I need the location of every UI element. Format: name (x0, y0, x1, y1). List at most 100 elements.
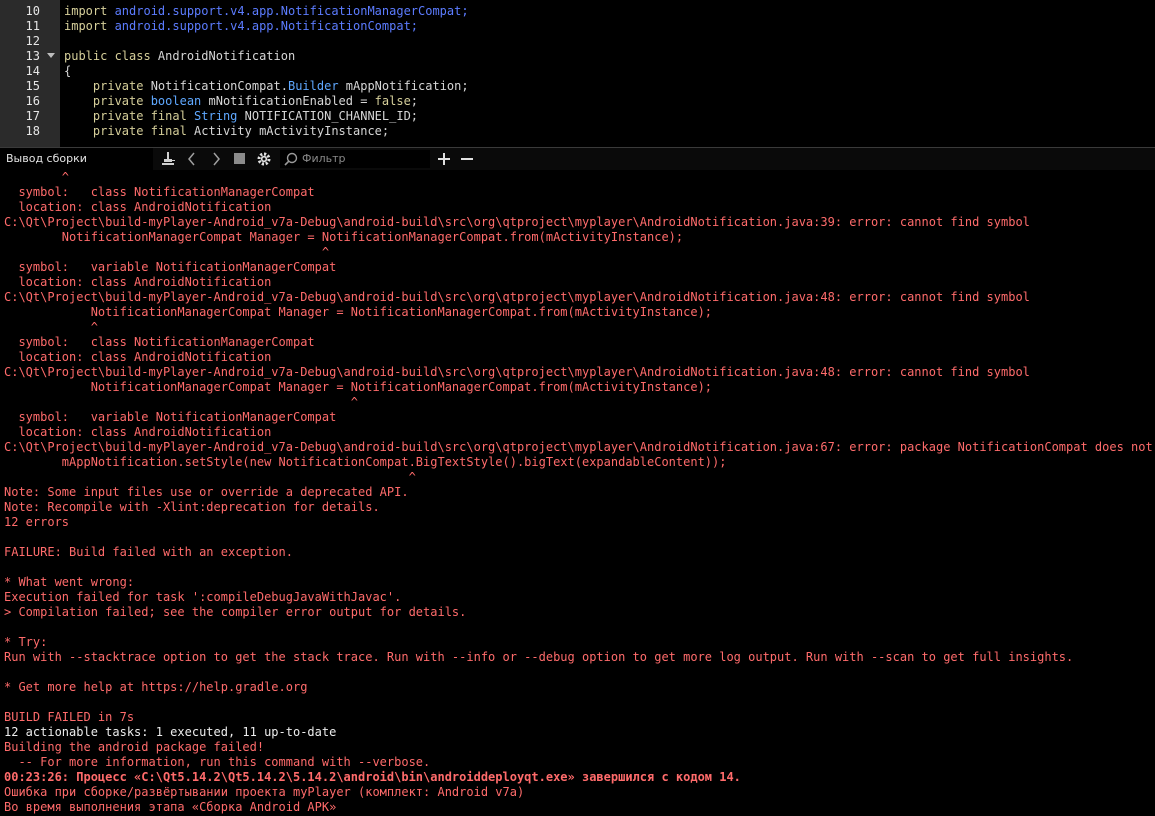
output-line: * What went wrong: (4, 575, 135, 589)
output-line: 00:23:26: Процесс «C:\Qt5.14.2\Qt5.14.2\… (4, 770, 741, 784)
back-icon[interactable] (182, 148, 202, 170)
output-line: location: class AndroidNotification (4, 425, 272, 439)
code-line: 12 (0, 34, 1155, 49)
output-line: 12 errors (4, 515, 70, 529)
output-line: ^ (4, 245, 330, 259)
code-token: false (374, 94, 411, 108)
line-number: 11 (25, 19, 40, 33)
line-number: 17 (25, 109, 40, 123)
output-line: NotificationManagerCompat Manager = Noti… (4, 230, 684, 244)
code-token: private (64, 94, 151, 108)
output-line: location: class AndroidNotification (4, 275, 272, 289)
code-token: public class (64, 49, 158, 63)
code-line: 11 import android.support.v4.app.Notifica… (0, 19, 1155, 34)
forward-icon[interactable] (206, 148, 226, 170)
line-number: 18 (25, 124, 40, 138)
output-line: ^ (4, 320, 98, 334)
code-token: boolean (150, 94, 202, 108)
clear-icon[interactable] (158, 148, 180, 170)
code-token: { (64, 64, 72, 78)
output-line: location: class AndroidNotification (4, 350, 272, 364)
output-line: NotificationManagerCompat Manager = Noti… (4, 305, 713, 319)
output-line: C:\Qt\Project\build-myPlayer-Android_v7a… (4, 290, 1030, 304)
code-token: AndroidNotification (157, 49, 296, 63)
line-number: 14 (25, 64, 40, 78)
code-text: public class AndroidNotification (64, 49, 295, 64)
line-number: 12 (25, 34, 40, 48)
output-line: * Get more help at https://help.gradle.o… (4, 680, 308, 694)
output-line: 12 actionable tasks: 1 executed, 11 up-t… (4, 725, 337, 739)
output-line: C:\Qt\Project\build-myPlayer-Android_v7a… (4, 365, 1030, 379)
code-text: private boolean mNotificationEnabled = f… (64, 94, 418, 109)
line-number: 16 (25, 94, 40, 108)
output-line: Во время выполнения этапа «Сборка Androi… (4, 800, 337, 814)
code-token: NOTIFICATION_CHANNEL_ID; (237, 109, 419, 123)
output-line: Note: Some input files use or override a… (4, 485, 409, 499)
code-token: android.support.v4.app.NotificationManag… (114, 4, 469, 18)
code-line: 10 import android.support.v4.app.Notifica… (0, 4, 1155, 19)
zoom-in-icon[interactable] (434, 148, 454, 170)
code-token: import (64, 4, 115, 18)
code-text: { (64, 64, 71, 79)
code-token: String (194, 109, 238, 123)
output-line: BUILD FAILED in 7s (4, 710, 135, 724)
output-line: mAppNotification.setStyle(new Notificati… (4, 455, 727, 469)
stop-icon[interactable] (230, 148, 250, 170)
code-token: Builder (287, 79, 339, 93)
code-text: import android.support.v4.app.Notificati… (64, 4, 469, 19)
output-line: Run with --stacktrace option to get the … (4, 650, 1074, 664)
code-token: mNotificationEnabled = (201, 94, 375, 108)
code-line: 16 private boolean mNotificationEnabled … (0, 94, 1155, 109)
code-token: mAppNotification; (338, 79, 469, 93)
code-token: NotificationCompat. (150, 79, 288, 93)
code-editor[interactable]: 10 import android.support.v4.app.Notifica… (0, 0, 1155, 147)
code-token: private (64, 79, 151, 93)
line-number: 15 (25, 79, 40, 93)
code-token: Activity mActivityInstance; (194, 124, 390, 138)
output-line: symbol: class NotificationManagerCompat (4, 185, 315, 199)
output-toolbar: Вывод сборки Фильтр (0, 147, 1155, 170)
filter-input[interactable]: Фильтр (280, 150, 430, 168)
zoom-out-icon[interactable] (457, 148, 477, 170)
output-line: > Compilation failed; see the compiler e… (4, 605, 467, 619)
output-line: C:\Qt\Project\build-myPlayer-Android_v7a… (4, 440, 1155, 454)
output-line: ^ (4, 395, 359, 409)
output-line: FAILURE: Build failed with an exception. (4, 545, 293, 559)
code-line: 18 private final Activity mActivityInsta… (0, 124, 1155, 139)
output-line: symbol: variable NotificationManagerComp… (4, 410, 337, 424)
output-line: location: class AndroidNotification (4, 200, 272, 214)
settings-icon[interactable] (254, 148, 274, 170)
code-token: import (64, 19, 115, 33)
qt-creator-window: 10 import android.support.v4.app.Notifica… (0, 0, 1155, 816)
build-output[interactable]: ^ symbol: class NotificationManagerCompa… (0, 170, 1155, 816)
code-token: ; (410, 94, 419, 108)
output-line: ^ (4, 470, 416, 484)
output-line: symbol: variable NotificationManagerComp… (4, 260, 337, 274)
code-text: private final Activity mActivityInstance… (64, 124, 389, 139)
output-line: ^ (4, 170, 70, 184)
output-line: Building the android package failed! (4, 740, 265, 754)
output-line: Ошибка при сборке/развёртывании проекта … (4, 785, 525, 799)
code-text: import android.support.v4.app.Notificati… (64, 19, 418, 34)
code-line: 13 public class AndroidNotification (0, 49, 1155, 64)
code-line: 15 private NotificationCompat.Builder mA… (0, 79, 1155, 94)
fold-arrow-icon[interactable] (47, 53, 55, 58)
code-token: private final (64, 109, 195, 123)
filter-placeholder: Фильтр (302, 152, 346, 165)
output-line: NotificationManagerCompat Manager = Noti… (4, 380, 713, 394)
code-token: android.support.v4.app.NotificationCompa… (114, 19, 419, 33)
search-icon (284, 152, 298, 166)
output-line: Execution failed for task ':compileDebug… (4, 590, 402, 604)
output-line: * Try: (4, 635, 48, 649)
output-line: symbol: class NotificationManagerCompat (4, 335, 315, 349)
output-line: Note: Recompile with -Xlint:deprecation … (4, 500, 380, 514)
code-text: private NotificationCompat.Builder mAppN… (64, 79, 469, 94)
code-text: private final String NOTIFICATION_CHANNE… (64, 109, 418, 124)
line-number: 13 (25, 49, 40, 63)
output-line: -- For more information, run this comman… (4, 755, 431, 769)
line-number: 10 (25, 4, 40, 18)
code-line: 14 { (0, 64, 1155, 79)
output-pane-title[interactable]: Вывод сборки (0, 148, 153, 170)
code-line: 17 private final String NOTIFICATION_CHA… (0, 109, 1155, 124)
code-token: private final (64, 124, 195, 138)
